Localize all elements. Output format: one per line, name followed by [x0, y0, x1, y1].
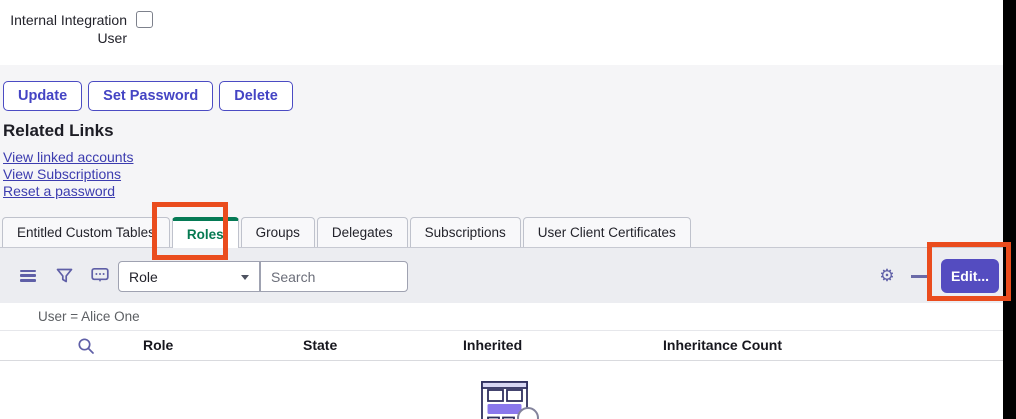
- related-lists-tabbar: Entitled Custom Tables Roles Groups Dele…: [0, 218, 1003, 248]
- reset-a-password-link[interactable]: Reset a password: [3, 183, 133, 200]
- tab-subscriptions[interactable]: Subscriptions: [410, 217, 521, 247]
- tab-user-client-certificates[interactable]: User Client Certificates: [523, 217, 691, 247]
- hamburger-icon: [20, 270, 36, 282]
- empty-list-illustration: [478, 381, 550, 419]
- set-password-button[interactable]: Set Password: [88, 81, 213, 111]
- view-linked-accounts-link[interactable]: View linked accounts: [3, 149, 133, 166]
- list-menu-icon[interactable]: [16, 248, 40, 303]
- list-header-row: Role State Inherited Inheritance Count: [0, 331, 1003, 361]
- toolbar-divider: [911, 275, 929, 278]
- list-filter-row: User = Alice One: [0, 303, 1003, 331]
- tab-entitled-custom-tables[interactable]: Entitled Custom Tables: [2, 217, 170, 247]
- form-section: Internal Integration User: [0, 0, 1003, 65]
- form-footer-band: Update Set Password Delete Related Links…: [0, 65, 1003, 218]
- screen-edge-strip: [1003, 0, 1016, 419]
- list-search-input[interactable]: [260, 261, 408, 292]
- gear-icon[interactable]: ⚙: [874, 248, 900, 303]
- tab-groups[interactable]: Groups: [241, 217, 315, 247]
- chevron-down-icon: [241, 275, 249, 280]
- related-links-list: View linked accounts View Subscriptions …: [3, 149, 133, 200]
- user-record-page: Internal Integration User Update Set Pas…: [0, 0, 1016, 419]
- column-header-inherited[interactable]: Inherited: [463, 337, 522, 353]
- search-column-select[interactable]: Role: [118, 261, 260, 292]
- list-body-empty: [0, 361, 1003, 419]
- column-header-state[interactable]: State: [303, 337, 337, 353]
- delete-button[interactable]: Delete: [219, 81, 293, 111]
- chat-icon[interactable]: [88, 248, 112, 303]
- tab-delegates[interactable]: Delegates: [317, 217, 408, 247]
- edit-button[interactable]: Edit...: [941, 259, 999, 293]
- column-header-role[interactable]: Role: [143, 337, 173, 353]
- form-action-buttons: Update Set Password Delete: [3, 81, 293, 111]
- search-column-value: Role: [129, 269, 158, 285]
- tab-roles[interactable]: Roles: [172, 217, 239, 248]
- filter-icon[interactable]: [52, 248, 76, 303]
- filter-breadcrumb[interactable]: User = Alice One: [38, 309, 140, 324]
- list-toolbar: Role ⚙ Edit...: [0, 248, 1003, 303]
- view-subscriptions-link[interactable]: View Subscriptions: [3, 166, 133, 183]
- search-icon[interactable]: [77, 337, 95, 355]
- field-label: Internal Integration User: [7, 11, 127, 47]
- related-links-heading: Related Links: [3, 121, 114, 141]
- internal-integration-user-checkbox[interactable]: [136, 11, 153, 28]
- column-header-inheritance-count[interactable]: Inheritance Count: [663, 337, 782, 353]
- update-button[interactable]: Update: [3, 81, 82, 111]
